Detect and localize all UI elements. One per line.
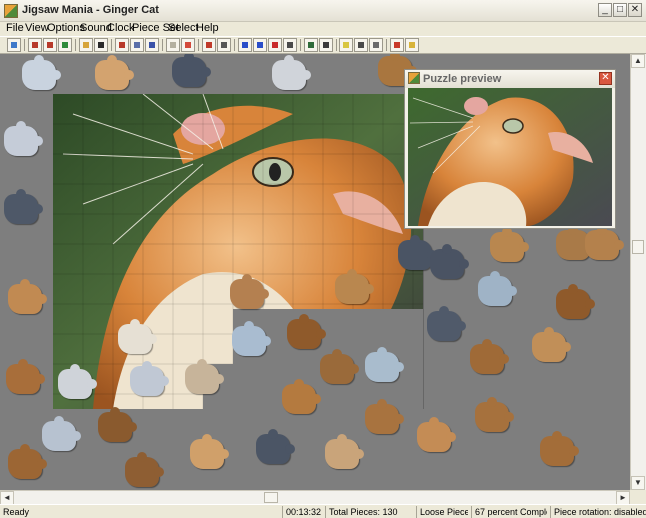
pieces-icon[interactable]	[43, 38, 57, 52]
hint-icon[interactable]	[405, 38, 419, 52]
puzzle-preview-window[interactable]: Puzzle preview ✕	[404, 69, 616, 229]
status-total-pieces: Total Pieces: 130	[325, 506, 413, 518]
loose-piece[interactable]	[118, 319, 157, 354]
mail-icon[interactable]	[130, 38, 144, 52]
status-completed: 67 percent Completed	[471, 506, 547, 518]
status-time: 00:13:32	[282, 506, 322, 518]
layers-icon[interactable]	[390, 38, 404, 52]
loose-piece[interactable]	[335, 269, 374, 304]
edge-icon[interactable]	[217, 38, 231, 52]
loose-piece[interactable]	[585, 225, 624, 260]
color-icon[interactable]	[181, 38, 195, 52]
horizontal-scrollbar[interactable]: ◄ ►	[0, 490, 630, 505]
status-ready: Ready	[3, 507, 30, 517]
open-icon[interactable]	[79, 38, 93, 52]
loose-piece[interactable]	[475, 397, 514, 432]
status-loose-pieces: Loose Pieces: 41	[416, 506, 468, 518]
loose-piece[interactable]	[490, 227, 529, 262]
loose-piece[interactable]	[22, 55, 61, 90]
scroll-down-button[interactable]: ▼	[631, 476, 645, 490]
arrange-icon[interactable]	[283, 38, 297, 52]
status-bar: Ready 00:13:32 Total Pieces: 130 Loose P…	[0, 504, 646, 518]
grid-icon[interactable]	[238, 38, 252, 52]
new-puzzle-icon[interactable]	[7, 38, 21, 52]
preview-app-icon	[408, 72, 420, 84]
rotate-icon[interactable]	[354, 38, 368, 52]
loose-piece[interactable]	[230, 274, 269, 309]
loose-piece[interactable]	[287, 314, 326, 349]
loose-piece[interactable]	[470, 339, 509, 374]
vertical-scroll-thumb[interactable]	[632, 240, 644, 254]
loose-piece[interactable]	[427, 306, 466, 341]
menu-bar: File View Options Sound Clock Piece Set …	[0, 22, 646, 36]
menu-clock[interactable]: Clock	[107, 22, 135, 34]
loose-piece[interactable]	[8, 279, 47, 314]
loose-piece[interactable]	[430, 244, 469, 279]
select-all-icon[interactable]	[253, 38, 267, 52]
loose-piece[interactable]	[365, 399, 404, 434]
loose-piece[interactable]	[532, 327, 571, 362]
menu-help[interactable]: Help	[196, 22, 219, 34]
loose-piece[interactable]	[398, 235, 437, 270]
loose-piece[interactable]	[4, 121, 43, 156]
shuffle-icon[interactable]	[28, 38, 42, 52]
loose-piece[interactable]	[58, 364, 97, 399]
scroll-right-button[interactable]: ►	[616, 491, 630, 505]
sort-icon[interactable]	[202, 38, 216, 52]
loose-piece[interactable]	[190, 434, 229, 469]
loose-piece[interactable]	[556, 284, 595, 319]
background-icon[interactable]	[319, 38, 333, 52]
image-icon[interactable]	[58, 38, 72, 52]
deselect-icon[interactable]	[268, 38, 282, 52]
horizontal-scroll-thumb[interactable]	[264, 492, 278, 503]
loose-piece[interactable]	[130, 361, 169, 396]
loose-piece[interactable]	[8, 444, 47, 479]
minimize-button[interactable]: _	[598, 3, 612, 17]
toolbar	[0, 36, 646, 54]
menu-select[interactable]: Select	[168, 22, 199, 34]
loose-piece[interactable]	[95, 55, 134, 90]
loose-piece[interactable]	[256, 429, 295, 464]
loose-piece[interactable]	[540, 431, 579, 466]
preview-title: Puzzle preview	[423, 73, 502, 85]
scroll-up-button[interactable]: ▲	[631, 54, 645, 68]
loose-piece[interactable]	[320, 349, 359, 384]
loose-piece[interactable]	[478, 271, 517, 306]
menu-file[interactable]: File	[6, 22, 24, 34]
loose-piece[interactable]	[6, 359, 45, 394]
menu-view[interactable]: View	[25, 22, 49, 34]
loose-piece[interactable]	[42, 416, 81, 451]
maximize-button[interactable]: □	[613, 3, 627, 17]
preview-icon[interactable]	[304, 38, 318, 52]
status-rotation: Piece rotation: disabled	[550, 506, 646, 518]
loose-piece[interactable]	[365, 347, 404, 382]
app-icon	[4, 4, 18, 18]
loose-piece[interactable]	[282, 379, 321, 414]
save-icon[interactable]	[94, 38, 108, 52]
ghost-icon[interactable]	[339, 38, 353, 52]
loose-piece[interactable]	[172, 54, 211, 87]
loose-piece[interactable]	[272, 55, 311, 90]
title-bar: Jigsaw Mania - Ginger Cat _ □ ✕	[0, 0, 646, 22]
close-button[interactable]: ✕	[628, 3, 642, 17]
preview-image	[408, 88, 612, 226]
scroll-left-button[interactable]: ◄	[0, 491, 14, 505]
hand-icon[interactable]	[369, 38, 383, 52]
preview-title-bar[interactable]: Puzzle preview ✕	[405, 70, 615, 88]
calendar-icon[interactable]	[115, 38, 129, 52]
window-title: Jigsaw Mania - Ginger Cat	[22, 4, 159, 16]
loose-piece[interactable]	[185, 359, 224, 394]
settings-icon[interactable]	[166, 38, 180, 52]
loose-piece[interactable]	[4, 189, 43, 224]
loose-piece[interactable]	[125, 452, 164, 487]
preview-close-button[interactable]: ✕	[599, 72, 612, 85]
loose-piece[interactable]	[325, 434, 364, 469]
loose-piece[interactable]	[232, 321, 271, 356]
loose-piece[interactable]	[98, 407, 137, 442]
loose-piece[interactable]	[417, 417, 456, 452]
info-icon[interactable]	[145, 38, 159, 52]
vertical-scrollbar[interactable]: ▲ ▼	[630, 54, 646, 490]
